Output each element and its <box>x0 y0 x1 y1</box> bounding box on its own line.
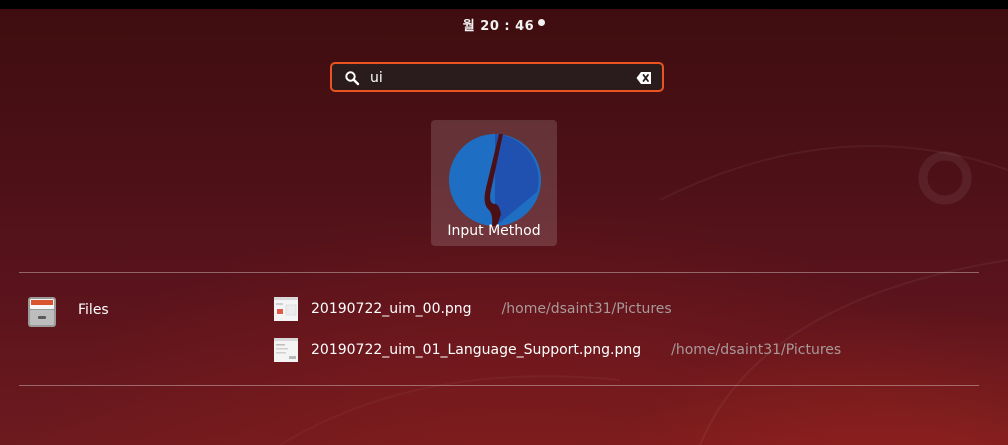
input-method-icon <box>449 134 541 226</box>
file-name: 20190722_uim_01_Language_Support.png.png <box>311 342 642 358</box>
image-thumbnail-icon <box>274 297 298 321</box>
file-path: /home/dsaint31/Pictures <box>501 301 672 317</box>
clock-label: 월 20 : 46 <box>462 18 535 34</box>
clock[interactable]: 월 20 : 46 <box>0 14 1008 34</box>
provider-label: Files <box>78 302 109 318</box>
divider <box>19 272 979 273</box>
search-icon <box>345 71 360 86</box>
files-cabinet-icon <box>28 297 56 327</box>
app-label: Input Method <box>447 223 541 239</box>
provider-files[interactable]: Files <box>27 296 147 330</box>
file-result[interactable]: 20190722_uim_00.png /home/dsaint31/Pictu… <box>274 297 672 321</box>
notification-dot-icon <box>538 19 546 26</box>
file-name: 20190722_uim_00.png <box>311 301 472 317</box>
image-thumbnail-icon <box>274 338 298 362</box>
search-input[interactable] <box>370 67 620 89</box>
file-result[interactable]: 20190722_uim_01_Language_Support.png.png… <box>274 338 841 362</box>
top-bar <box>0 0 1008 9</box>
divider <box>19 385 979 386</box>
file-path: /home/dsaint31/Pictures <box>671 342 842 358</box>
clear-search-icon[interactable] <box>636 71 652 85</box>
search-entry[interactable] <box>330 62 664 92</box>
app-result-input-method[interactable]: Input Method <box>431 120 557 246</box>
